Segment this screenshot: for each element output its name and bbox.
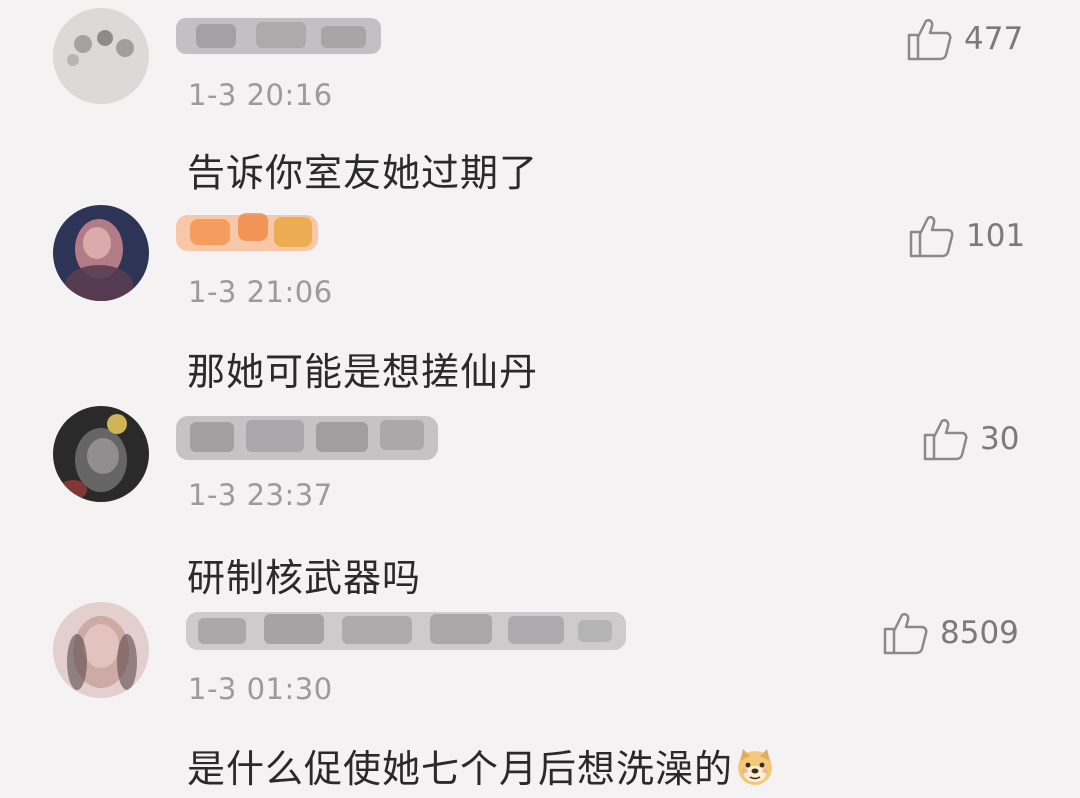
like-button[interactable]: 8509 [882,608,1019,658]
avatar[interactable] [53,8,149,104]
avatar[interactable] [53,205,149,301]
like-count: 477 [964,21,1024,57]
comment-text: 那她可能是想搓仙丹 [187,350,539,394]
username-blurred[interactable] [186,600,631,650]
like-button[interactable]: 477 [906,14,1023,64]
thumbs-up-icon [907,18,952,61]
thumbs-up-icon [909,215,954,258]
like-button[interactable]: 101 [908,211,1025,261]
comment-timestamp: 1-3 20:16 [188,78,333,112]
avatar[interactable] [53,406,149,502]
comment-text: 告诉你室友她过期了 [187,151,539,195]
comment-timestamp: 1-3 21:06 [188,275,333,309]
comment-item: 1-3 23:37 研制核武器吗 30 [0,402,1080,602]
comment-text-content: 是什么促使她七个月后想洗澡的 [187,747,734,791]
comment-text: 研制核武器吗 [187,556,422,600]
username-blurred[interactable] [176,406,446,460]
like-count: 30 [980,421,1020,457]
comment-text: 是什么促使她七个月后想洗澡的 [187,738,775,796]
like-count: 8509 [940,615,1019,651]
like-count: 101 [966,218,1026,254]
thumbs-up-icon [883,612,928,655]
like-button[interactable]: 30 [922,414,1019,464]
comment-timestamp: 1-3 01:30 [188,672,333,706]
doge-emoji-icon [735,747,775,796]
thumbs-up-icon [923,418,968,461]
username-blurred[interactable] [176,199,326,251]
avatar[interactable] [53,602,149,698]
comment-timestamp: 1-3 23:37 [188,478,333,512]
username-blurred[interactable] [176,10,386,60]
comment-item: 1-3 20:16 告诉你室友她过期了 477 [0,0,1080,200]
comment-item: 1-3 21:06 那她可能是想搓仙丹 101 [0,197,1080,397]
comment-item: 1-3 01:30 是什么促使她七个月后想洗澡的 8509 [0,598,1080,798]
